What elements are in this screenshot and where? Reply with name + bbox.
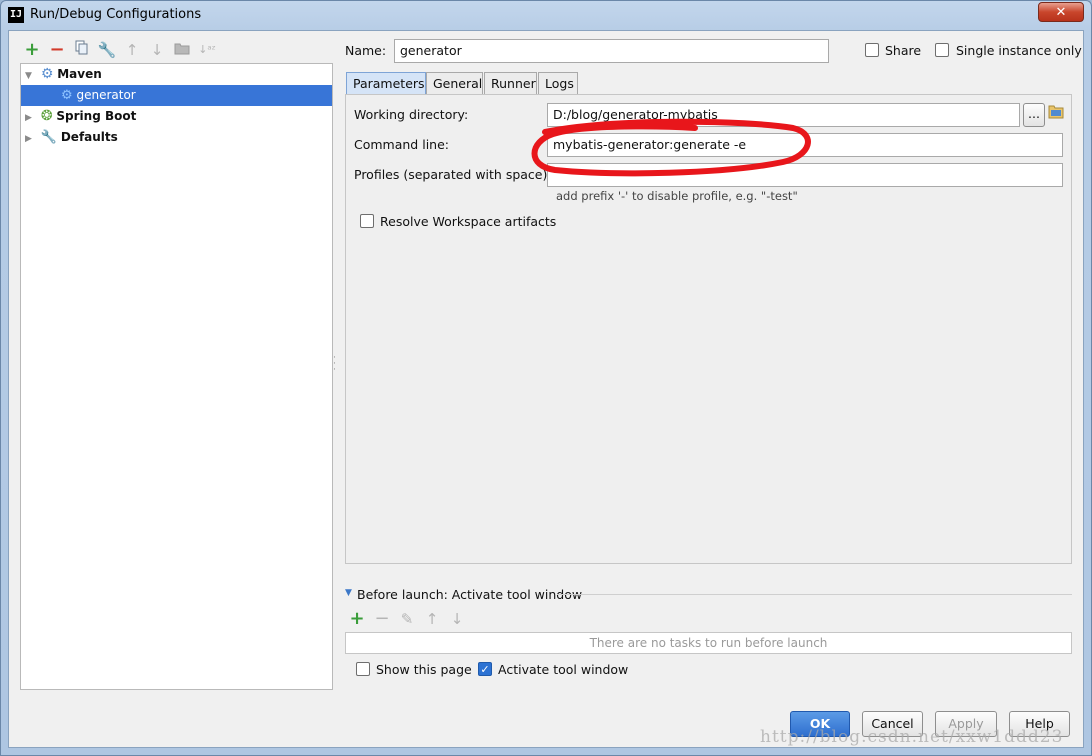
profiles-hint: add prefix '-' to disable profile, e.g. … [556,189,798,203]
sort-icon[interactable]: ↓ᵃᶻ [197,40,217,60]
intellij-app-icon: IJ [8,7,24,23]
show-page-checkbox[interactable] [356,662,370,676]
splitter-handle[interactable]: · · · [333,354,337,375]
maven-gear-icon: ⚙ [40,66,54,82]
wrench-icon[interactable]: 🔧 [97,40,117,60]
window-title: Run/Debug Configurations [30,7,202,22]
tab-general[interactable]: General [426,72,483,95]
move-up-icon[interactable]: ↑ [122,40,142,60]
before-launch-task-list[interactable]: There are no tasks to run before launch [345,632,1072,654]
close-window-button[interactable]: ✕ [1038,2,1084,22]
tree-item-label: Defaults [60,130,118,144]
tree-item-generator[interactable]: ⚙ generator [21,85,332,106]
move-task-up-icon[interactable]: ↑ [422,609,442,629]
tree-item-label: generator [76,88,136,102]
add-task-icon[interactable]: + [347,609,367,629]
watermark: http://blog.csdn.net/xxw1ddd23 [760,727,1064,747]
share-checkbox[interactable] [865,43,879,57]
single-instance-checkbox[interactable] [935,43,949,57]
before-launch-title: Before launch: Activate tool window [357,587,583,602]
resolve-workspace-label: Resolve Workspace artifacts [380,214,557,229]
remove-icon[interactable]: − [47,40,67,60]
tree-item-maven[interactable]: ▼ ⚙ Maven [21,64,332,85]
edit-task-icon[interactable]: ✎ [397,609,417,629]
collapse-triangle-icon[interactable]: ▶ [25,129,37,150]
move-down-icon[interactable]: ↓ [147,40,167,60]
wrench-icon: 🔧 [40,130,58,145]
tree-item-defaults[interactable]: ▶ 🔧 Defaults [21,127,332,148]
collapse-section-icon[interactable]: ▼ [345,588,352,598]
tree-item-spring-boot[interactable]: ▶ ❂ Spring Boot [21,106,332,127]
tab-runner[interactable]: Runner [484,72,537,95]
command-line-label: Command line: [354,137,449,152]
working-directory-label: Working directory: [354,107,469,122]
open-folder-icon[interactable] [1048,104,1064,122]
expand-triangle-icon[interactable]: ▼ [25,66,37,87]
show-page-label: Show this page [376,662,472,677]
activate-tool-window-label: Activate tool window [498,662,629,677]
activate-tool-window-checkbox[interactable]: ✓ [478,662,492,676]
name-field[interactable]: generator [394,39,829,63]
copy-icon[interactable] [72,40,92,60]
collapse-triangle-icon[interactable]: ▶ [25,108,37,129]
single-instance-label: Single instance only [956,43,1082,58]
configuration-tree[interactable]: ▼ ⚙ Maven ⚙ generator ▶ ❂ Spring Boot ▶ … [20,63,333,690]
name-label: Name: [345,43,387,58]
resolve-workspace-checkbox[interactable] [360,214,374,228]
spring-boot-icon: ❂ [40,108,53,124]
tab-logs[interactable]: Logs [538,72,578,95]
add-icon[interactable]: + [22,40,42,60]
share-label: Share [885,43,922,58]
profiles-label: Profiles (separated with space): [354,167,552,182]
gear-icon: ⚙ [61,88,73,103]
folder-icon[interactable] [172,40,192,60]
red-annotation-circle [531,118,811,177]
move-task-down-icon[interactable]: ↓ [447,609,467,629]
browse-button[interactable]: ... [1023,103,1045,127]
section-divider [557,594,1072,595]
tree-item-label: Maven [57,67,102,81]
remove-task-icon[interactable]: − [372,609,392,629]
tree-item-label: Spring Boot [56,109,137,123]
tab-parameters[interactable]: Parameters [346,72,426,95]
